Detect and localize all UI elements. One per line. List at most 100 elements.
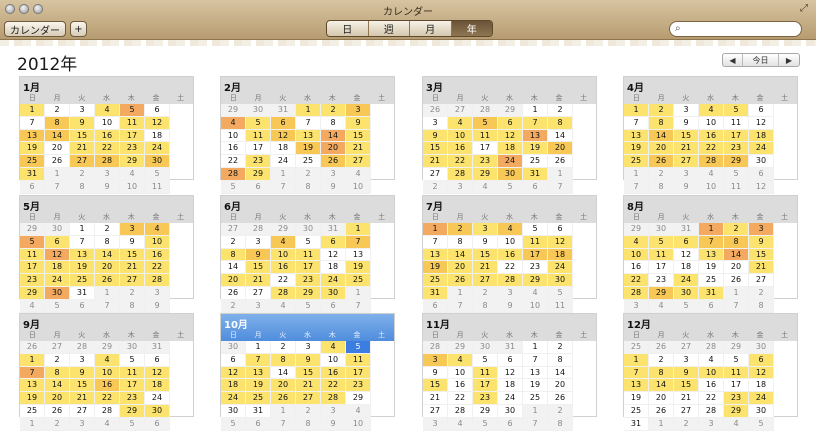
day-cell[interactable]: 23 — [473, 155, 498, 168]
adjacent-month-day[interactable]: 6 — [699, 299, 724, 313]
day-cell[interactable]: 17 — [523, 248, 548, 262]
adjacent-month-day[interactable]: 11 — [548, 299, 573, 313]
adjacent-month-day[interactable]: 2 — [473, 286, 498, 300]
month-6[interactable]: 6月日月火水木金土 27 28 29 30 31 1 2 3 4 5 6 7 8 9 10 11 12 13 14 15… — [220, 195, 395, 313]
day-cell[interactable]: 15 — [120, 248, 145, 262]
day-cell[interactable]: 22 — [95, 392, 120, 405]
day-cell[interactable]: 13 — [296, 129, 321, 143]
day-cell[interactable]: 15 — [674, 379, 699, 393]
today-button[interactable]: 今日 — [743, 54, 779, 66]
day-cell[interactable]: 23 — [346, 379, 371, 393]
day-cell[interactable]: 17 — [724, 379, 749, 393]
day-cell[interactable]: 7 — [296, 116, 321, 130]
adjacent-month-day[interactable]: 6 — [145, 417, 170, 431]
adjacent-month-day[interactable]: 29 — [448, 341, 473, 354]
day-cell[interactable]: 12 — [221, 366, 246, 380]
adjacent-month-day[interactable]: 7 — [548, 180, 573, 194]
day-cell[interactable]: 16 — [624, 261, 649, 275]
day-cell[interactable]: 7 — [246, 353, 271, 367]
day-cell[interactable]: 13 — [423, 248, 448, 262]
day-cell[interactable]: 29 — [246, 167, 271, 181]
day-cell[interactable]: 3 — [70, 104, 95, 117]
day-cell[interactable]: 17 — [120, 379, 145, 393]
adjacent-month-day[interactable]: 5 — [120, 417, 145, 431]
adjacent-month-day[interactable]: 2 — [296, 167, 321, 181]
day-cell[interactable]: 16 — [271, 261, 296, 275]
day-cell[interactable]: 8 — [221, 248, 246, 262]
day-cell[interactable]: 25 — [20, 155, 45, 168]
day-cell[interactable]: 30 — [145, 404, 170, 418]
day-cell[interactable]: 27 — [423, 404, 448, 418]
adjacent-month-day[interactable]: 3 — [70, 417, 95, 431]
day-cell[interactable]: 8 — [548, 116, 573, 130]
day-cell[interactable]: 6 — [749, 353, 774, 367]
adjacent-month-day[interactable]: 5 — [674, 299, 699, 313]
adjacent-month-day[interactable]: 1 — [95, 286, 120, 300]
tab-month[interactable]: 月 — [410, 21, 452, 36]
adjacent-month-day[interactable]: 7 — [448, 299, 473, 313]
day-cell[interactable]: 7 — [624, 116, 649, 130]
adjacent-month-day[interactable]: 10 — [120, 180, 145, 194]
adjacent-month-day[interactable]: 30 — [246, 104, 271, 117]
day-cell[interactable]: 3 — [346, 104, 371, 117]
day-cell[interactable]: 11 — [523, 235, 548, 249]
day-cell[interactable]: 14 — [271, 366, 296, 380]
day-cell[interactable]: 15 — [423, 379, 448, 393]
day-cell[interactable]: 23 — [523, 261, 548, 275]
day-cell[interactable]: 9 — [423, 129, 448, 143]
day-cell[interactable]: 20 — [448, 261, 473, 275]
day-cell[interactable]: 3 — [70, 353, 95, 367]
adjacent-month-day[interactable]: 7 — [346, 299, 371, 313]
month-8[interactable]: 8月日月火水木金土 29 30 31 1 2 3 4 5 6 7 8 9 10 11 12 13 14 15 16 17… — [623, 195, 798, 313]
adjacent-month-day[interactable]: 2 — [296, 404, 321, 418]
day-cell[interactable]: 21 — [423, 155, 448, 168]
day-cell[interactable]: 21 — [120, 261, 145, 275]
day-cell[interactable]: 9 — [749, 235, 774, 249]
adjacent-month-day[interactable]: 1 — [548, 167, 573, 181]
day-cell[interactable]: 29 — [120, 404, 145, 418]
day-cell[interactable]: 12 — [45, 248, 70, 262]
day-cell[interactable]: 16 — [699, 129, 724, 143]
day-cell[interactable]: 9 — [674, 116, 699, 130]
adjacent-month-day[interactable]: 10 — [523, 299, 548, 313]
adjacent-month-day[interactable]: 3 — [321, 167, 346, 181]
day-cell[interactable]: 4 — [448, 116, 473, 130]
day-cell[interactable]: 14 — [548, 129, 573, 143]
day-cell[interactable]: 11 — [649, 248, 674, 262]
day-cell[interactable]: 18 — [145, 129, 170, 143]
adjacent-month-day[interactable]: 3 — [674, 167, 699, 181]
day-cell[interactable]: 25 — [624, 404, 649, 418]
adjacent-month-day[interactable]: 2 — [649, 167, 674, 181]
day-cell[interactable]: 12 — [749, 116, 774, 130]
day-cell[interactable]: 3 — [674, 353, 699, 367]
day-cell[interactable]: 14 — [548, 366, 573, 380]
day-cell[interactable]: 5 — [296, 235, 321, 249]
day-cell[interactable]: 9 — [296, 353, 321, 367]
day-cell[interactable]: 20 — [45, 142, 70, 156]
day-cell[interactable]: 18 — [548, 248, 573, 262]
day-cell[interactable]: 11 — [246, 129, 271, 143]
adjacent-month-day[interactable]: 1 — [45, 167, 70, 181]
day-cell[interactable]: 25 — [296, 155, 321, 168]
adjacent-month-day[interactable]: 7 — [45, 180, 70, 194]
day-cell[interactable]: 15 — [70, 129, 95, 143]
day-cell[interactable]: 18 — [271, 142, 296, 156]
day-cell[interactable]: 10 — [624, 248, 649, 262]
adjacent-month-day[interactable]: 27 — [448, 104, 473, 117]
day-cell[interactable]: 12 — [321, 248, 346, 262]
adjacent-month-day[interactable]: 31 — [674, 223, 699, 236]
day-cell[interactable]: 6 — [321, 235, 346, 249]
day-cell[interactable]: 22 — [699, 392, 724, 405]
day-cell[interactable]: 15 — [296, 366, 321, 380]
day-cell[interactable]: 5 — [649, 235, 674, 249]
day-cell[interactable]: 26 — [95, 274, 120, 287]
adjacent-month-day[interactable]: 29 — [271, 223, 296, 236]
day-cell[interactable]: 26 — [321, 155, 346, 168]
adjacent-month-day[interactable]: 1 — [346, 286, 371, 300]
adjacent-month-day[interactable]: 29 — [624, 223, 649, 236]
adjacent-month-day[interactable]: 30 — [649, 223, 674, 236]
day-cell[interactable]: 11 — [120, 366, 145, 380]
day-cell[interactable]: 10 — [699, 116, 724, 130]
day-cell[interactable]: 2 — [649, 353, 674, 367]
day-cell[interactable]: 24 — [145, 392, 170, 405]
